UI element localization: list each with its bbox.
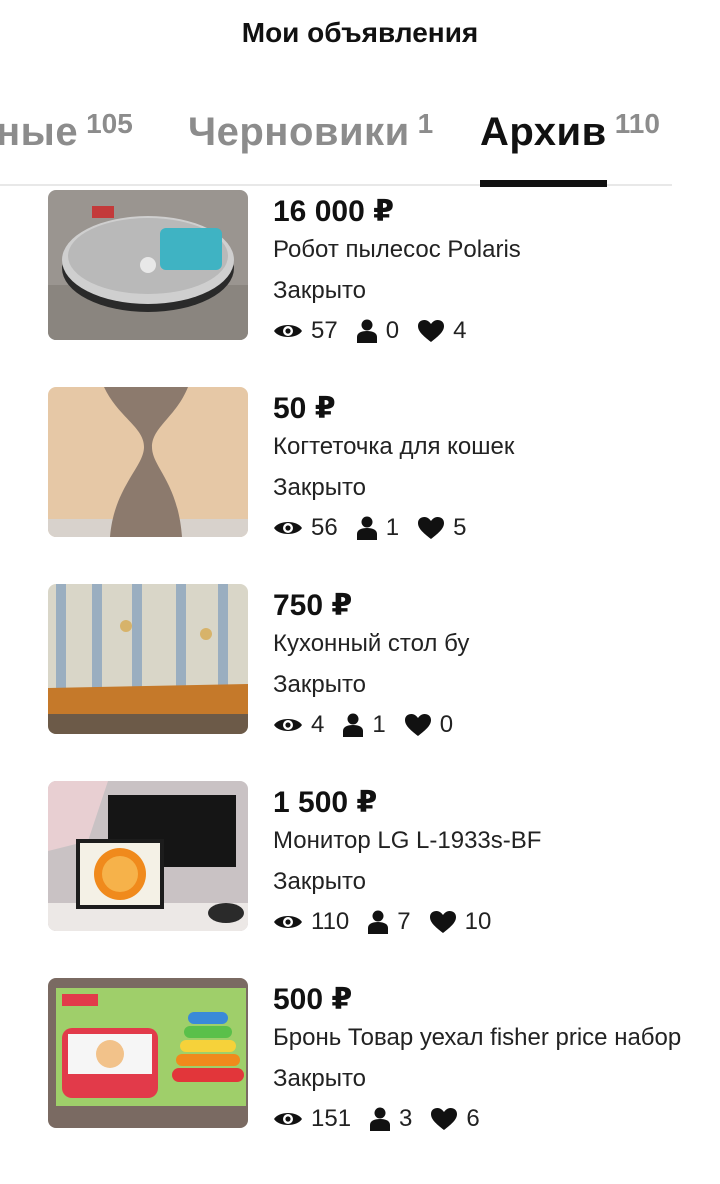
favorites-stat: 0	[404, 711, 453, 739]
contacts-count: 3	[399, 1105, 413, 1132]
contacts-stat: 7	[367, 908, 411, 936]
eye-icon	[274, 325, 302, 337]
views-count: 4	[311, 711, 325, 738]
list-item[interactable]: 16 000 ₽ Робот пылесос Polaris Закрыто 5…	[0, 190, 720, 387]
tab-label: Черновики	[188, 110, 410, 154]
contacts-stat: 3	[369, 1105, 412, 1133]
tab-count: 105	[86, 108, 133, 139]
eye-icon	[274, 916, 302, 928]
list-item[interactable]: 1 500 ₽ Монитор LG L-1933s-BF Закрыто 11…	[0, 781, 720, 978]
item-status: Закрыто	[273, 671, 367, 698]
tab-label: ные	[0, 110, 79, 154]
list-item[interactable]: 50 ₽ Когтеточка для кошек Закрыто 56 1 5	[0, 387, 720, 584]
favorites-stat: 4	[417, 317, 466, 345]
views-stat: 57	[273, 317, 338, 345]
item-price: 500 ₽	[273, 983, 353, 1016]
tab-count: 110	[614, 108, 660, 139]
header: Мои объявления	[0, 0, 720, 70]
favorites-count: 6	[466, 1105, 480, 1132]
favorites-stat: 5	[417, 514, 466, 542]
robot-vacuum-photo	[48, 190, 248, 340]
tab-label: Архив	[480, 110, 607, 154]
item-title: Бронь Товар уехал fisher price набор	[273, 1024, 682, 1051]
kitchen-table-photo	[48, 584, 248, 734]
item-stats: 4 1 0	[273, 709, 693, 741]
contacts-stat: 1	[342, 711, 386, 739]
views-count: 56	[311, 514, 338, 541]
heart-icon	[431, 1108, 458, 1130]
tabs: ные 105 Черновики 1 Архив 110	[0, 96, 720, 188]
person-icon	[356, 516, 377, 540]
favorites-stat: 6	[430, 1105, 480, 1133]
item-price: 16 000 ₽	[273, 195, 394, 228]
item-stats: 110 7 10	[273, 906, 693, 938]
eye-icon	[274, 1113, 302, 1125]
item-stats: 57 0 4	[273, 315, 693, 347]
views-count: 57	[311, 317, 338, 344]
item-title: Кухонный стол бу	[273, 630, 470, 657]
contacts-count: 1	[372, 711, 386, 738]
heart-icon	[418, 320, 445, 342]
item-status: Закрыто	[273, 868, 367, 895]
contacts-count: 0	[385, 317, 400, 344]
item-status: Закрыто	[273, 1065, 367, 1092]
person-icon	[343, 713, 364, 737]
page-title: Мои объявления	[241, 17, 479, 48]
favorites-count: 10	[464, 908, 492, 935]
item-info: 1 500 ₽ Монитор LG L-1933s-BF Закрыто 11…	[273, 785, 693, 938]
contacts-stat: 0	[356, 317, 399, 345]
views-stat: 56	[273, 514, 338, 542]
tab-count: 1	[417, 108, 434, 139]
person-icon	[370, 1107, 391, 1131]
eye-icon	[274, 719, 302, 731]
item-price: 1 500 ₽	[273, 786, 378, 819]
tab-drafts[interactable]: Черновики 1	[188, 108, 434, 155]
active-tab-indicator	[480, 180, 607, 187]
item-info: 16 000 ₽ Робот пылесос Polaris Закрыто 5…	[273, 194, 693, 347]
list-item[interactable]: 500 ₽ Бронь Товар уехал fisher price наб…	[0, 978, 720, 1175]
item-info: 50 ₽ Когтеточка для кошек Закрыто 56 1 5	[273, 391, 693, 544]
item-info: 500 ₽ Бронь Товар уехал fisher price наб…	[273, 982, 693, 1135]
contacts-count: 1	[385, 514, 400, 541]
eye-icon	[274, 522, 302, 534]
heart-icon	[429, 911, 456, 933]
item-price: 750 ₽	[273, 589, 353, 622]
views-count: 110	[311, 908, 350, 935]
cat-scratcher-photo	[48, 387, 248, 537]
favorites-stat: 10	[429, 908, 492, 936]
views-stat: 110	[273, 908, 349, 936]
contacts-count: 7	[397, 908, 411, 935]
favorites-count: 4	[453, 317, 467, 344]
item-stats: 151 3 6	[273, 1103, 693, 1135]
views-stat: 151	[273, 1105, 351, 1133]
views-stat: 4	[273, 711, 324, 739]
person-icon	[368, 910, 389, 934]
favorites-count: 5	[453, 514, 467, 541]
item-status: Закрыто	[273, 474, 367, 501]
views-count: 151	[311, 1105, 352, 1132]
list-item[interactable]: 750 ₽ Кухонный стол бу Закрыто 4 1 0	[0, 584, 720, 781]
monitor-photo	[48, 781, 248, 931]
item-title: Когтеточка для кошек	[273, 433, 515, 460]
heart-icon	[404, 714, 431, 736]
heart-icon	[418, 517, 445, 539]
item-stats: 56 1 5	[273, 512, 693, 544]
tab-active-ads[interactable]: ные 105	[0, 108, 133, 155]
item-info: 750 ₽ Кухонный стол бу Закрыто 4 1 0	[273, 588, 693, 741]
tab-archive[interactable]: Архив 110	[480, 108, 660, 155]
item-price: 50 ₽	[273, 392, 336, 425]
item-status: Закрыто	[273, 277, 367, 304]
person-icon	[356, 319, 377, 343]
favorites-count: 0	[439, 711, 454, 738]
item-title: Робот пылесос Polaris	[273, 236, 521, 263]
contacts-stat: 1	[356, 514, 399, 542]
item-title: Монитор LG L-1933s-BF	[273, 827, 542, 854]
toy-set-photo	[48, 978, 248, 1128]
